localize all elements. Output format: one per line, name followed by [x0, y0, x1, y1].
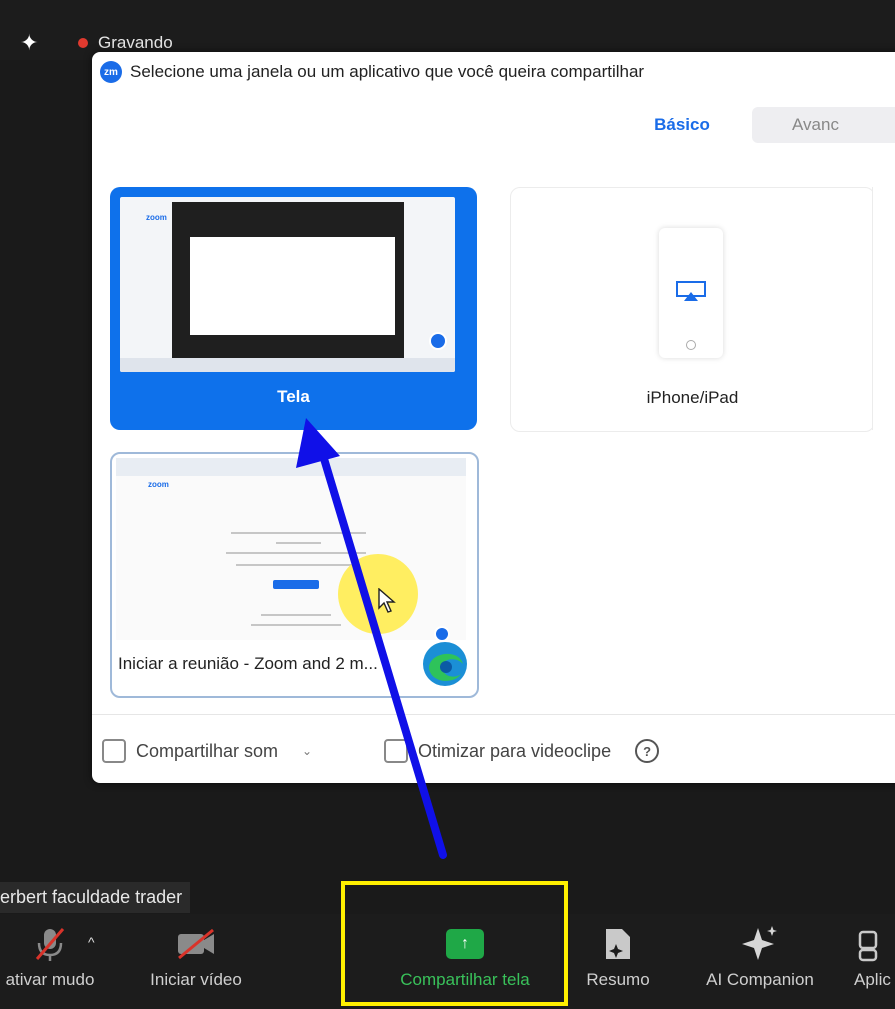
browser-window-label: Iniciar a reunião - Zoom and 2 m...	[118, 654, 378, 673]
toolbar-summary[interactable]: Resumo	[573, 914, 663, 1009]
help-icon[interactable]: ?	[635, 739, 660, 763]
share-option-browser-window[interactable]: zoom Iniciar a reunião - Zoom and 2 m...	[110, 452, 479, 698]
dialog-title: Selecione uma janela ou um aplicativo qu…	[130, 62, 645, 81]
sparkle-icon[interactable]: ✦	[20, 30, 38, 56]
chevron-down-icon[interactable]: ⌄	[302, 744, 312, 758]
thumbnail-taskbar	[120, 358, 455, 372]
thumbnail-browser-tabs	[116, 458, 466, 476]
share-option-partial[interactable]	[872, 187, 895, 430]
share-option-screen[interactable]: zoom Tela	[110, 187, 477, 430]
sparkle-icon	[740, 924, 780, 964]
thumbnail-zoom-badge-icon	[429, 332, 447, 350]
screen-option-label: Tela	[277, 387, 310, 406]
toolbar-label: ativar mudo	[5, 970, 95, 989]
video-off-icon	[175, 924, 217, 964]
audio-options-chevron-icon[interactable]: ^	[88, 934, 95, 950]
phone-illustration	[659, 228, 723, 358]
tab-advanced[interactable]: Avanc	[752, 107, 895, 143]
thumbnail-zoom-badge-icon	[434, 626, 450, 640]
edge-icon	[423, 642, 467, 686]
dialog-title-bar: zm Selecione uma janela ou um aplicativo…	[100, 61, 644, 83]
dialog-options-row: Compartilhar som ⌄ Otimizar para videocl…	[92, 714, 895, 783]
optimize-video-option: Otimizar para videoclipe ?	[384, 739, 660, 763]
toolbar-unmute[interactable]: ativar mudo	[0, 914, 110, 1009]
highlight-box	[341, 881, 568, 1006]
summary-icon	[603, 924, 633, 964]
tab-basic[interactable]: Básico	[612, 107, 752, 143]
thumbnail-zoom-text: zoom	[148, 480, 169, 489]
recording-indicator[interactable]: Gravando	[78, 33, 173, 53]
share-tabs: Básico Avanc	[612, 107, 895, 143]
browser-thumbnail: zoom	[116, 458, 466, 640]
share-sound-checkbox[interactable]	[102, 739, 126, 763]
toolbar-label: AI Companion	[706, 970, 814, 989]
thumbnail-text-line	[236, 564, 356, 566]
thumbnail-text-line	[226, 552, 366, 554]
toolbar-label: Iniciar vídeo	[150, 970, 242, 989]
thumbnail-share-dialog	[190, 237, 395, 335]
thumbnail-button	[273, 580, 319, 589]
share-sound-label[interactable]: Compartilhar som	[136, 741, 278, 762]
optimize-video-checkbox[interactable]	[384, 739, 408, 763]
recording-dot-icon	[78, 38, 88, 48]
optimize-video-label[interactable]: Otimizar para videoclipe	[418, 741, 611, 762]
apps-icon	[850, 924, 880, 964]
thumbnail-text-line	[251, 624, 341, 626]
mic-muted-icon	[32, 924, 68, 964]
participant-name-tag: erbert faculdade trader	[0, 882, 191, 913]
share-option-iphone[interactable]: iPhone/iPad	[510, 187, 875, 432]
toolbar-label: Resumo	[586, 970, 650, 989]
toolbar-start-video[interactable]: Iniciar vídeo	[136, 914, 256, 1009]
thumbnail-text-line	[276, 542, 321, 544]
toolbar-label: Aplic	[854, 970, 891, 989]
share-dialog: zm Selecione uma janela ou um aplicativo…	[92, 52, 895, 783]
thumbnail-text-line	[261, 614, 331, 616]
thumbnail-text-line	[231, 532, 366, 534]
mouse-cursor-icon	[378, 588, 396, 613]
toolbar-ai-companion[interactable]: AI Companion	[690, 914, 830, 1009]
screen-thumbnail: zoom	[120, 197, 455, 372]
meeting-top-bar: ✦ Gravando	[0, 0, 895, 60]
share-sound-option: Compartilhar som ⌄	[102, 739, 312, 763]
airplay-icon	[676, 281, 706, 301]
phone-home-button	[686, 340, 696, 350]
thumbnail-zoom-text: zoom	[146, 213, 167, 222]
zoom-logo-icon: zm	[100, 61, 122, 83]
toolbar-apps[interactable]: Aplic	[850, 914, 895, 1009]
iphone-option-label: iPhone/iPad	[646, 388, 739, 407]
recording-label: Gravando	[98, 33, 173, 52]
